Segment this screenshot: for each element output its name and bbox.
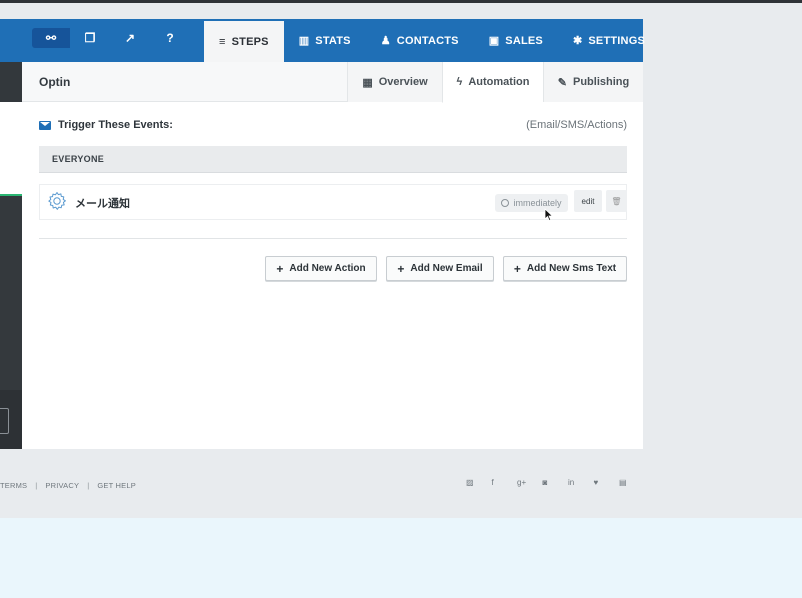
group-label: EVERYONE [52,154,105,164]
tab-contacts[interactable]: ♟ CONTACTS [366,19,474,62]
bolt-icon: ϟ [456,76,463,88]
plus-icon: + [513,261,521,276]
step-card: Optin ▦ Overview ϟ Automation ✎ Publishi… [22,62,643,449]
mouse-cursor-icon [544,208,554,222]
link-icon[interactable]: ⚯ [32,28,70,48]
card-header: Optin ▦ Overview ϟ Automation ✎ Publishi… [22,62,643,103]
trigger-title: Trigger These Events: [39,119,173,131]
gear-icon: ✱ [572,35,583,47]
trigger-subtitle: (Email/SMS/Actions) [526,119,627,131]
action-name: メール通知 [75,198,130,210]
timing-label: immediately [513,198,562,208]
tab-settings-label: SETTINGS [588,34,645,47]
tab-automation-label: Automation [468,76,530,88]
copy-icon[interactable]: ❐ [70,28,110,48]
sub-tabs: ▦ Overview ϟ Automation ✎ Publishing [347,62,643,103]
trash-icon: 🗑 [611,196,622,206]
tab-stats[interactable]: ▥ STATS [284,19,366,62]
left-panel-button[interactable] [0,408,9,434]
clock-icon [501,199,510,207]
footer-link-help[interactable]: GET HELP [97,481,136,490]
linkedin-icon[interactable]: in [568,478,594,487]
grid-icon: ▦ [362,76,373,89]
blog-icon[interactable]: ▨ [466,478,492,487]
twitter-icon[interactable]: ♥ [594,478,620,487]
footer-separator: | [35,480,38,490]
add-action-button[interactable]: + Add New Action [265,256,377,281]
youtube-icon[interactable]: ▤ [619,478,645,487]
trigger-title-text: Trigger These Events: [58,119,173,131]
tab-settings[interactable]: ✱ SETTINGS [558,19,660,62]
users-icon: ♟ [380,35,391,47]
quick-actions: ⚯ ❐ ↗ ? [32,28,190,48]
top-edge-strip [0,0,802,3]
add-email-label: Add New Email [410,263,483,274]
divider [39,238,627,239]
tab-sales-label: SALES [505,34,543,47]
left-panel-header [0,62,22,102]
plus-icon: + [397,261,405,276]
add-sms-label: Add New Sms Text [526,263,617,274]
instagram-icon[interactable]: ◙ [543,478,569,487]
left-panel-preview [0,102,22,194]
help-icon[interactable]: ? [150,28,190,48]
tab-overview-label: Overview [378,76,428,88]
edit-button[interactable]: edit [574,190,602,212]
add-action-label: Add New Action [289,263,366,274]
footer-separator: | [87,480,90,490]
group-header: EVERYONE [39,146,627,173]
envelope-icon [39,120,51,130]
add-sms-button[interactable]: + Add New Sms Text [503,256,627,281]
top-navbar: ⚯ ❐ ↗ ? ≡ STEPS ▥ STATS ♟ CONTACTS ▣ SAL… [0,19,645,62]
tab-publishing[interactable]: ✎ Publishing [543,62,643,102]
left-panel-body [0,196,22,390]
google-plus-icon[interactable]: g+ [517,478,543,487]
tab-sales[interactable]: ▣ SALES [474,19,558,62]
main-tabs: ≡ STEPS ▥ STATS ♟ CONTACTS ▣ SALES ✱ SET… [204,19,660,62]
timing-badge: immediately [495,194,568,212]
tab-contacts-label: CONTACTS [396,34,459,47]
footer-links: TERMS | PRIVACY | GET HELP [0,480,136,490]
tab-stats-label: STATS [315,34,351,47]
tab-steps-label: STEPS [231,35,269,48]
trigger-header: Trigger These Events: (Email/SMS/Actions… [39,119,627,133]
action-row[interactable]: メール通知 immediately edit 🗑 [39,184,627,220]
facebook-icon[interactable]: f [492,478,518,487]
plus-icon: + [276,261,284,276]
tab-automation[interactable]: ϟ Automation [442,62,543,103]
tab-publishing-label: Publishing [572,76,630,88]
wrench-icon: ✎ [557,76,567,89]
tab-overview[interactable]: ▦ Overview [347,62,442,102]
menu-icon: ≡ [219,35,226,48]
footer-link-privacy[interactable]: PRIVACY [45,481,79,490]
page-title: Optin [39,75,71,89]
add-email-button[interactable]: + Add New Email [386,256,494,281]
social-links: ▨ f g+ ◙ in ♥ ▤ [466,478,645,487]
page-bottom-band [0,518,802,598]
bar-chart-icon: ▥ [298,35,310,47]
external-link-icon[interactable]: ↗ [110,28,150,48]
money-icon: ▣ [488,35,500,47]
gear-icon [48,192,66,210]
left-side-panel [0,62,22,449]
delete-button[interactable]: 🗑 [606,190,627,212]
tab-steps[interactable]: ≡ STEPS [204,19,284,62]
footer-link-terms[interactable]: TERMS [0,481,27,490]
